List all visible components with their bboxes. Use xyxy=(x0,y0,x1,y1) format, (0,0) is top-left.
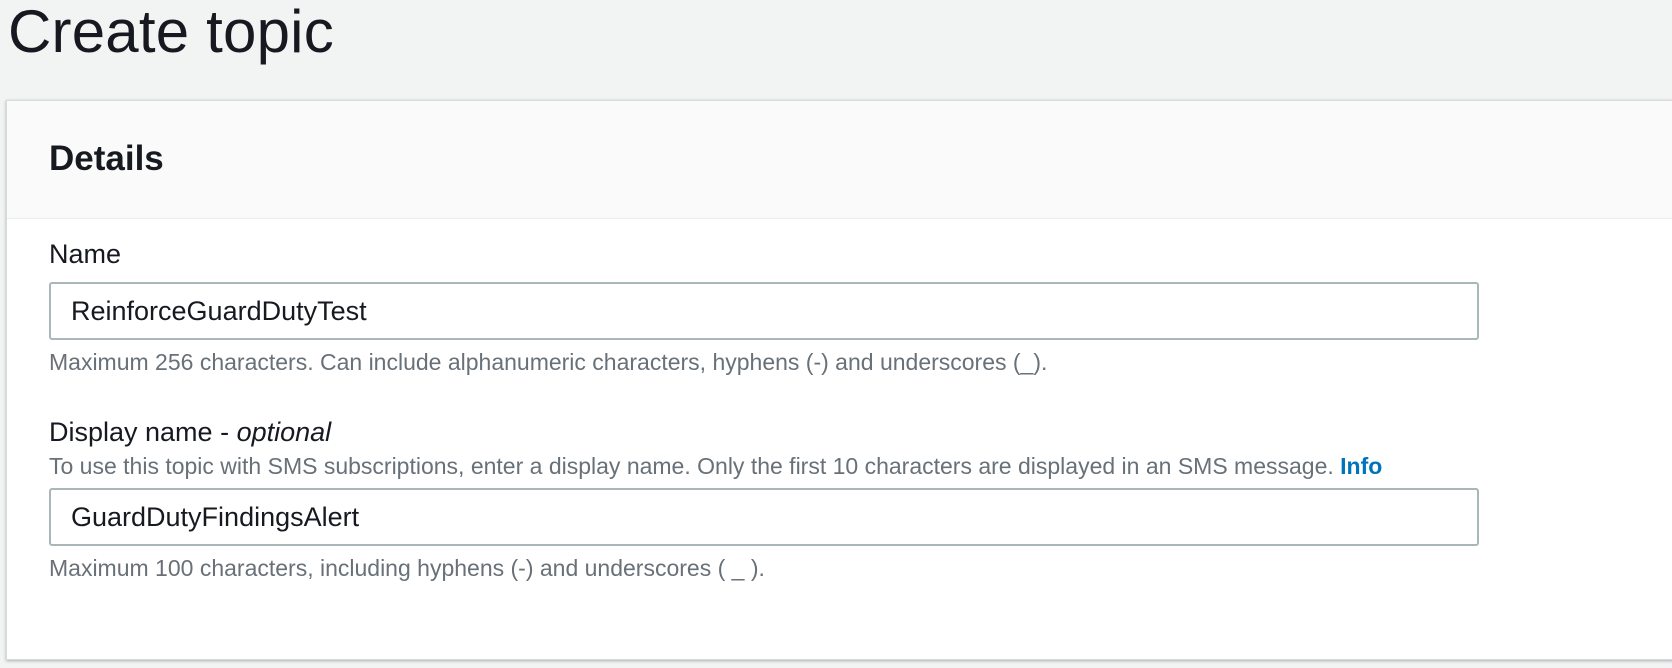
display-name-field-hint: Maximum 100 characters, including hyphen… xyxy=(49,555,765,581)
details-panel: Details Name Maximum 256 characters. Can… xyxy=(6,100,1672,660)
display-name-description: To use this topic with SMS subscriptions… xyxy=(49,452,1382,480)
optional-tag: optional xyxy=(236,417,332,447)
details-panel-header: Details xyxy=(7,101,1672,219)
name-input[interactable] xyxy=(49,282,1479,340)
display-name-label-text: Display name - xyxy=(49,417,237,447)
info-link[interactable]: Info xyxy=(1340,453,1382,479)
details-panel-title: Details xyxy=(49,139,164,178)
display-name-description-text: To use this topic with SMS subscriptions… xyxy=(49,453,1334,479)
display-name-field-label: Display name - optional xyxy=(49,416,331,448)
name-field-hint: Maximum 256 characters. Can include alph… xyxy=(49,349,1048,375)
display-name-input[interactable] xyxy=(49,488,1479,546)
name-field-label: Name xyxy=(49,239,122,269)
page-title: Create topic xyxy=(8,0,334,65)
